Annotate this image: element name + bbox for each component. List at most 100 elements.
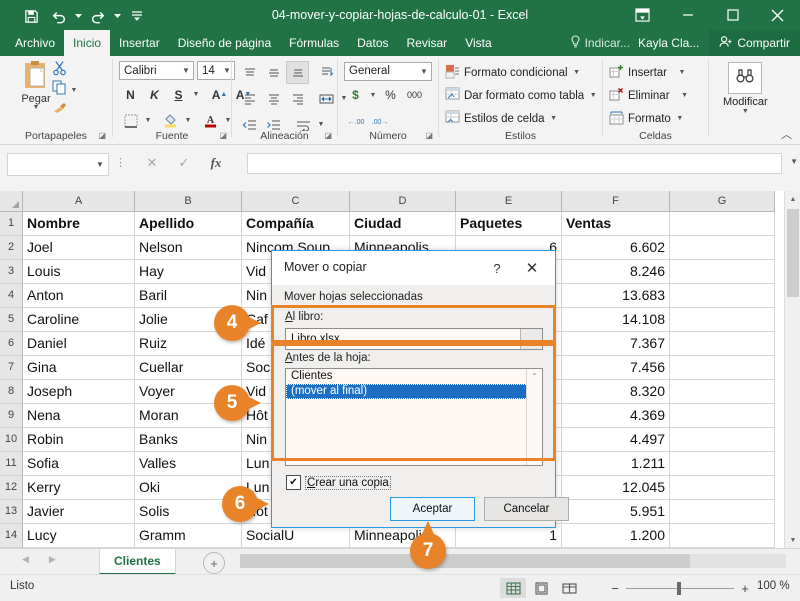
cell-A13[interactable]: Javier: [23, 500, 135, 524]
currency-format-button[interactable]: $: [344, 84, 367, 107]
cell-C1[interactable]: Compañía: [242, 212, 350, 236]
vertical-scrollbar[interactable]: ▲ ▼: [784, 191, 800, 548]
align-top-icon[interactable]: [238, 61, 261, 84]
fill-color-dropdown-icon[interactable]: ▼: [183, 110, 193, 131]
currency-dropdown-icon[interactable]: ▼: [368, 85, 378, 106]
maximize-icon[interactable]: [710, 0, 755, 30]
name-box[interactable]: ▼: [7, 153, 109, 176]
cell-F12[interactable]: 12.045: [562, 476, 670, 500]
cell-B3[interactable]: Hay: [135, 260, 242, 284]
comma-format-button[interactable]: 000: [403, 84, 426, 107]
tab-inicio[interactable]: Inicio: [64, 30, 111, 56]
formula-input[interactable]: [247, 153, 782, 174]
column-header-F[interactable]: F: [562, 191, 670, 212]
scroll-up-icon[interactable]: ⌃: [527, 369, 542, 384]
cell-A5[interactable]: Caroline: [23, 308, 135, 332]
cell-G12[interactable]: [670, 476, 775, 500]
cell-A7[interactable]: Gina: [23, 356, 135, 380]
normal-view-icon[interactable]: [500, 578, 526, 598]
tab-diseno-de-pagina[interactable]: Diseño de página: [169, 30, 280, 56]
row-header-7[interactable]: 7: [0, 356, 23, 380]
font-color-button[interactable]: A: [199, 109, 222, 132]
format-cells-button[interactable]: Formato ▼: [609, 107, 690, 130]
list-scrollbar[interactable]: ⌃ ⌄: [526, 369, 542, 465]
chevron-down-icon[interactable]: ▼: [675, 108, 685, 129]
create-copy-row[interactable]: ✔ Crear una copia: [286, 475, 391, 490]
increase-font-size-button[interactable]: A ▲: [208, 83, 231, 106]
merge-cells-icon[interactable]: [315, 87, 338, 110]
zoom-level-label[interactable]: 100 %: [757, 580, 790, 592]
horizontal-scroll-thumb[interactable]: [240, 554, 690, 568]
tab-datos[interactable]: Datos: [348, 30, 397, 56]
cell-B4[interactable]: Baril: [135, 284, 242, 308]
align-left-icon[interactable]: [238, 87, 261, 110]
cell-A3[interactable]: Louis: [23, 260, 135, 284]
minimize-icon[interactable]: [665, 0, 710, 30]
zoom-slider[interactable]: − +: [610, 578, 750, 598]
tell-me-box[interactable]: Indicar...: [570, 35, 638, 51]
alignment-dialog-launcher[interactable]: ◪: [324, 131, 332, 140]
share-button[interactable]: Compartir: [709, 30, 800, 56]
conditional-format-button[interactable]: Formato condicional ▼: [445, 61, 598, 84]
column-header-D[interactable]: D: [350, 191, 456, 212]
row-header-6[interactable]: 6: [0, 332, 23, 356]
list-item[interactable]: Clientes: [286, 369, 542, 384]
zoom-out-button[interactable]: −: [610, 581, 620, 596]
borders-dropdown-icon[interactable]: ▼: [143, 110, 153, 131]
delete-cells-button[interactable]: Eliminar ▼: [609, 84, 690, 107]
horizontal-scrollbar[interactable]: [240, 554, 786, 568]
row-header-1[interactable]: 1: [0, 212, 23, 236]
percent-format-button[interactable]: %: [379, 84, 402, 107]
cell-F4[interactable]: 13.683: [562, 284, 670, 308]
sheet-list[interactable]: Clientes (mover al final) ⌃ ⌄: [285, 368, 543, 466]
cell-B11[interactable]: Valles: [135, 452, 242, 476]
align-bottom-icon[interactable]: [286, 61, 309, 84]
row-header-3[interactable]: 3: [0, 260, 23, 284]
tab-vista[interactable]: Vista: [456, 30, 500, 56]
cell-B2[interactable]: Nelson: [135, 236, 242, 260]
chevron-down-icon[interactable]: ▼: [588, 85, 598, 106]
row-header-13[interactable]: 13: [0, 500, 23, 524]
format-as-table-button[interactable]: Dar formato como tabla ▼: [445, 84, 598, 107]
font-size-combo[interactable]: 14 ▼: [197, 61, 235, 80]
row-header-10[interactable]: 10: [0, 428, 23, 452]
align-right-icon[interactable]: [286, 87, 309, 110]
cell-G9[interactable]: [670, 404, 775, 428]
cell-A11[interactable]: Sofia: [23, 452, 135, 476]
chevron-down-icon[interactable]: ▼: [677, 62, 687, 83]
cell-G1[interactable]: [670, 212, 775, 236]
row-header-11[interactable]: 11: [0, 452, 23, 476]
cell-F7[interactable]: 7.456: [562, 356, 670, 380]
zoom-thumb[interactable]: [676, 581, 681, 595]
cancel-icon[interactable]: ✕: [143, 153, 161, 173]
number-format-combo[interactable]: General ▼: [344, 61, 432, 81]
orientation-icon[interactable]: [315, 61, 338, 84]
cell-F6[interactable]: 7.367: [562, 332, 670, 356]
align-center-icon[interactable]: [262, 87, 285, 110]
cell-D1[interactable]: Ciudad: [350, 212, 456, 236]
copy-button[interactable]: ▼: [52, 80, 96, 100]
row-header-14[interactable]: 14: [0, 524, 23, 548]
chevron-down-icon[interactable]: ▼: [92, 160, 108, 169]
cancel-button[interactable]: Cancelar: [484, 497, 569, 521]
select-all-corner[interactable]: [0, 191, 23, 212]
cell-A1[interactable]: Nombre: [23, 212, 135, 236]
format-painter-button[interactable]: [52, 100, 96, 120]
tab-revisar[interactable]: Revisar: [398, 30, 457, 56]
row-header-2[interactable]: 2: [0, 236, 23, 260]
cell-A4[interactable]: Anton: [23, 284, 135, 308]
cell-F1[interactable]: Ventas: [562, 212, 670, 236]
cell-E1[interactable]: Paquetes: [456, 212, 562, 236]
cell-F13[interactable]: 5.951: [562, 500, 670, 524]
cell-B10[interactable]: Banks: [135, 428, 242, 452]
borders-button[interactable]: [119, 109, 142, 132]
sheet-next-icon[interactable]: ▶: [49, 554, 56, 565]
expand-formula-bar-icon[interactable]: ▼: [790, 157, 798, 166]
underline-button[interactable]: S: [167, 83, 190, 106]
cell-B1[interactable]: Apellido: [135, 212, 242, 236]
sheet-prev-icon[interactable]: ◀: [22, 554, 29, 565]
cell-G3[interactable]: [670, 260, 775, 284]
sheet-tab-clientes[interactable]: Clientes: [99, 549, 176, 575]
cut-button[interactable]: [52, 60, 96, 80]
font-dialog-launcher[interactable]: ◪: [219, 131, 227, 140]
